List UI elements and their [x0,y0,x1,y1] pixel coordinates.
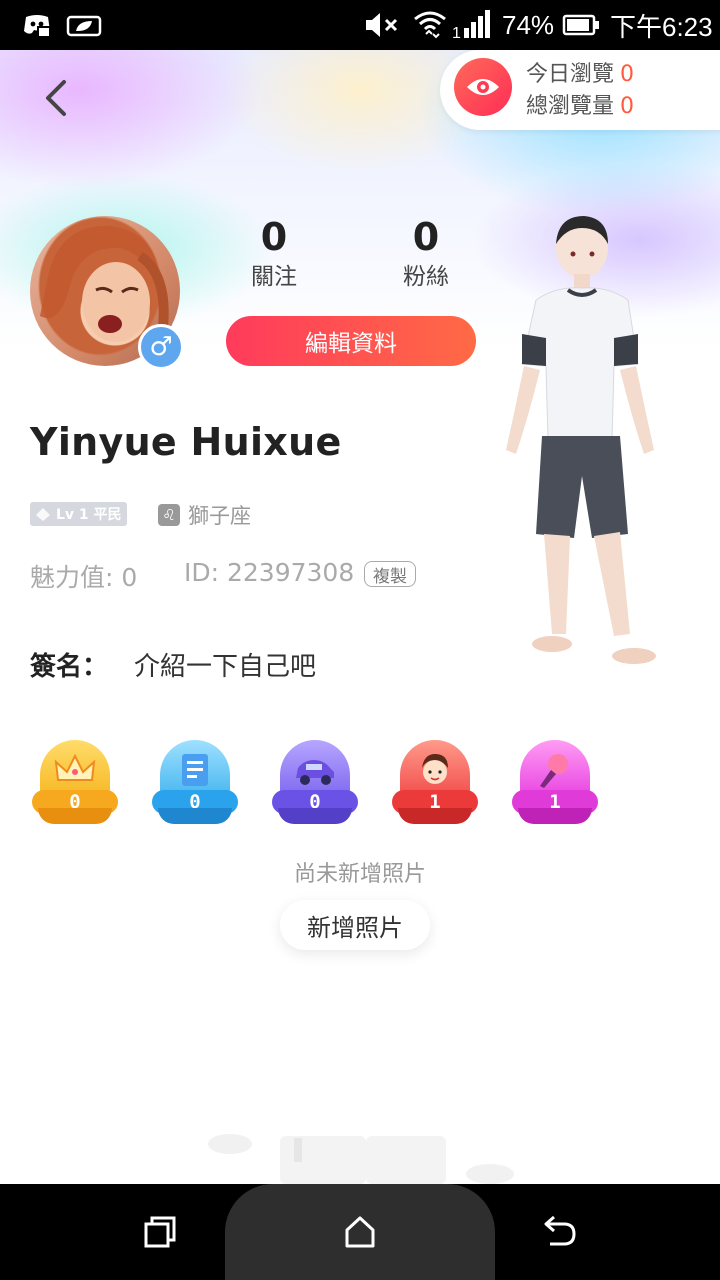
level-badge-label: Lv 1 平民 [56,507,122,523]
discord-icon [22,0,52,50]
no-photos-text: 尚未新增照片 [293,862,426,887]
followers-label: 粉絲 [403,264,449,290]
medal-microphone[interactable]: 1 [512,738,598,830]
back-arrow-icon [544,1215,576,1246]
level-icon [36,508,50,521]
following-stat[interactable]: 0 關注 [214,214,334,294]
person-icon [422,754,448,784]
system-navigation-bar [0,1184,720,1280]
home-icon [345,1216,375,1248]
clock: 下午6:23 [610,11,713,42]
battery-percent: 74% [502,9,555,40]
crown-icon [54,753,96,781]
medal-crown[interactable]: 0 [32,738,118,830]
copy-id-button[interactable]: 複製 [364,561,416,587]
medal-document[interactable]: 0 [152,738,238,830]
username: Yinyue Huixue [30,420,342,464]
recent-apps-button[interactable] [140,1212,180,1252]
level-badge: Lv 1 平民 [30,502,127,526]
following-label: 關注 [251,264,297,290]
today-views: 今日瀏覽 0 [526,56,634,88]
today-views-count: 0 [620,62,635,87]
svg-text:1: 1 [452,25,461,40]
followers-stat[interactable]: 0 粉絲 [366,214,486,294]
eye-icon [454,58,512,116]
microphone-icon [540,754,568,788]
chevron-left-icon [46,80,66,116]
total-views: 總瀏覽量 0 [526,88,634,120]
status-bar: 1 74% 下午6:23 [0,0,720,50]
following-count: 0 [260,215,288,259]
user-id: ID: 22397308 [184,558,355,587]
mute-icon [364,0,400,50]
leaf-icon [66,0,102,50]
signature-value[interactable]: 介紹一下自己吧 [134,646,316,683]
male-gender-icon: ♂ [138,324,184,370]
today-views-label: 今日瀏覽 [526,62,615,87]
zodiac: ♌ 獅子座 [158,500,251,530]
wifi-icon [412,0,448,50]
add-photo-button[interactable]: 新增照片 [280,900,430,950]
view-stats-panel: 今日瀏覽 0 總瀏覽量 0 [440,50,720,130]
charm-value: 魅力值: 0 [30,563,138,592]
medal-person[interactable]: 1 [392,738,478,830]
battery-icon [562,0,600,50]
back-nav-button[interactable] [538,1212,578,1252]
signature-label: 簽名： [30,652,109,682]
medal-car[interactable]: 0 [272,738,358,830]
document-icon [182,754,208,786]
total-views-label: 總瀏覽量 [526,94,615,119]
total-views-count: 0 [620,94,635,119]
recent-apps-icon [144,1216,176,1248]
home-button[interactable] [340,1212,380,1252]
car-icon [296,760,334,785]
back-button[interactable] [30,72,82,124]
followers-count: 0 [412,215,440,259]
zodiac-label: 獅子座 [188,504,251,528]
edit-profile-button[interactable]: 編輯資料 [226,316,476,366]
empty-state-illustration [200,1130,520,1184]
avatar-character[interactable] [496,214,676,674]
signal-icon: 1 [452,0,494,50]
leo-icon: ♌ [158,504,180,526]
